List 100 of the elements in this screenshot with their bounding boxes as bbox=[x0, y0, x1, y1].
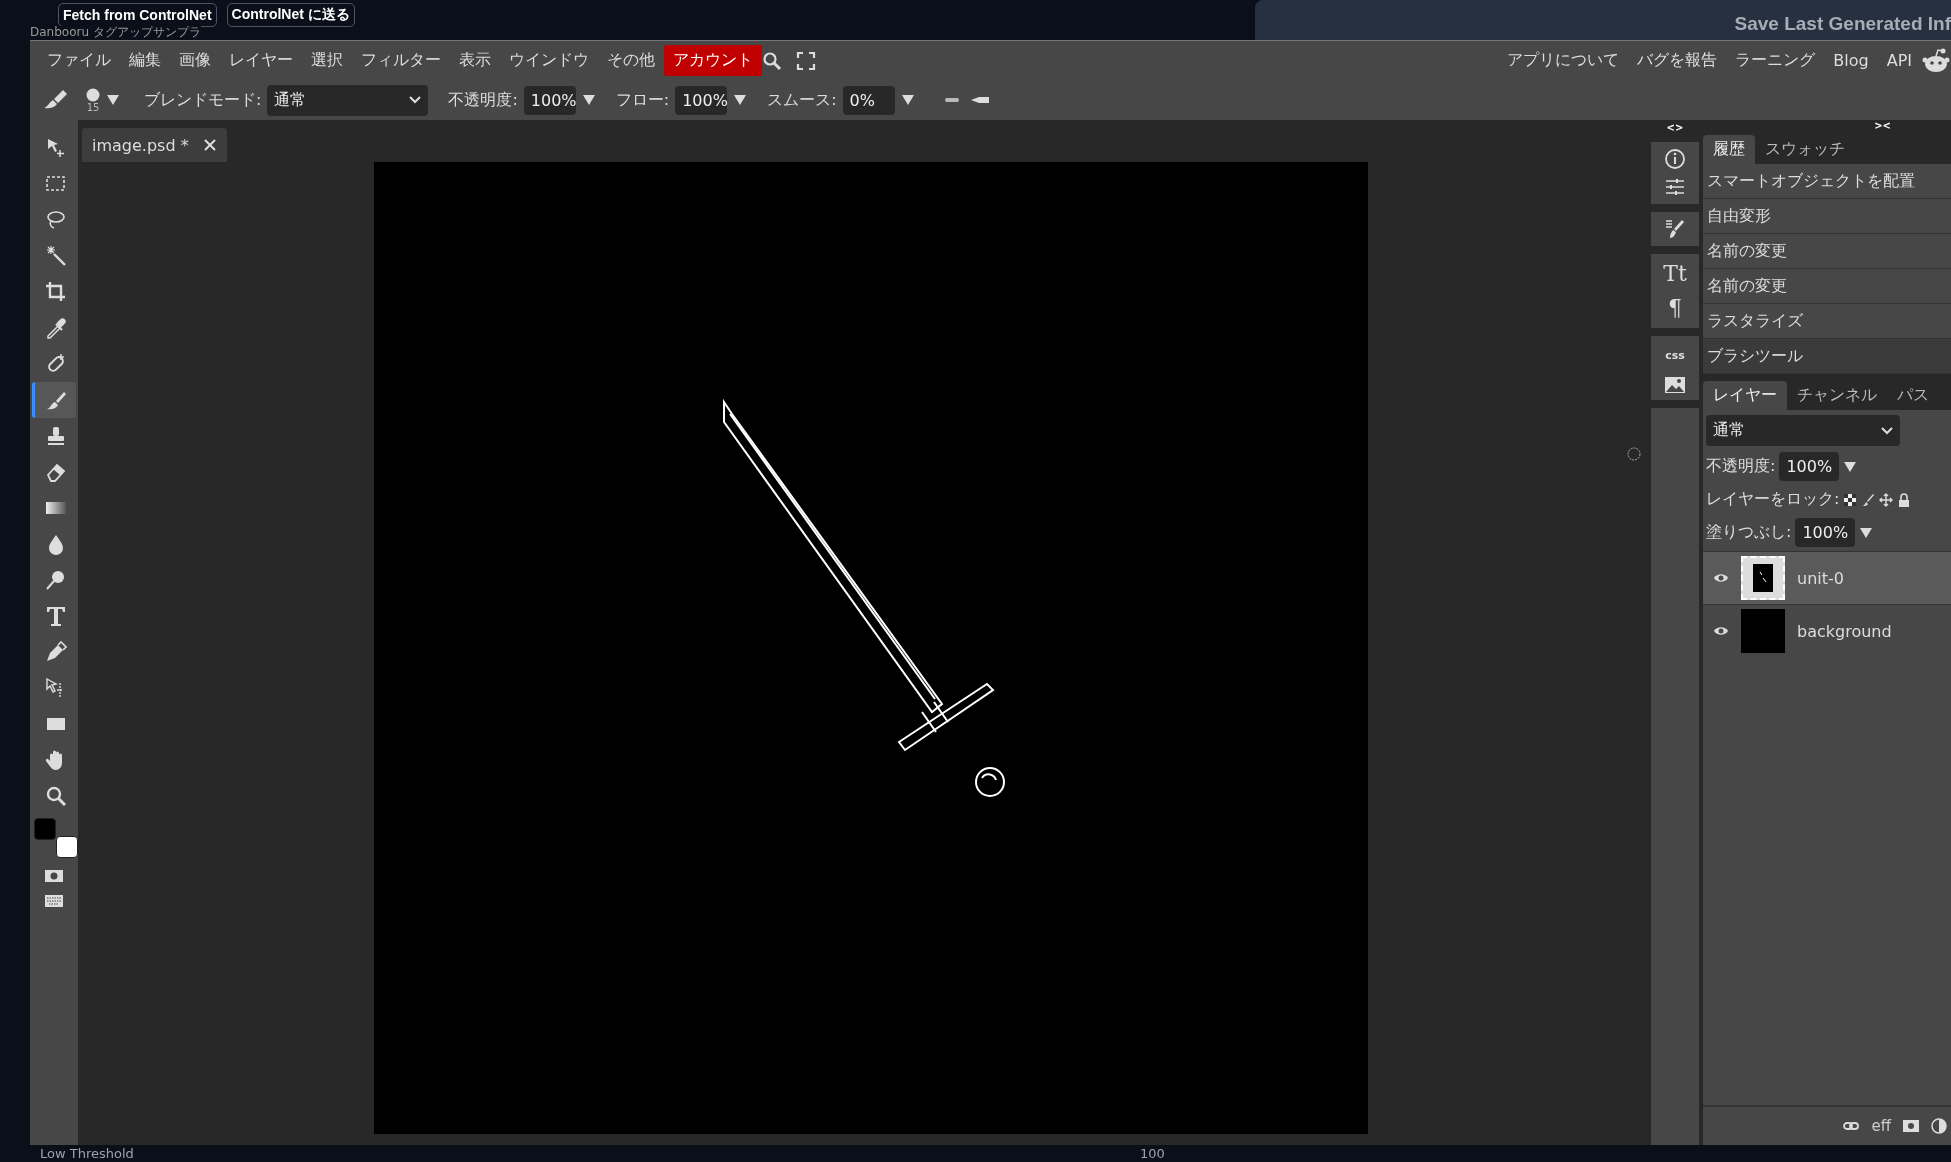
menu-item[interactable]: フィルター bbox=[352, 45, 450, 76]
brush-size: 15 bbox=[86, 101, 100, 113]
background-color-swatch[interactable] bbox=[56, 836, 78, 858]
flow-field[interactable]: 100% bbox=[675, 85, 728, 115]
pen-tool-icon bbox=[44, 641, 67, 663]
nav-link[interactable]: API bbox=[1877, 51, 1921, 70]
document-title: image.psd * bbox=[92, 135, 189, 155]
nav-link[interactable]: Blog bbox=[1824, 51, 1878, 70]
layer-fill-field[interactable]: 100% bbox=[1795, 518, 1856, 547]
nav-link[interactable]: アプリについて bbox=[1498, 50, 1629, 71]
eye-icon[interactable] bbox=[1713, 572, 1729, 584]
close-icon[interactable] bbox=[202, 138, 217, 152]
collapse-toggle[interactable]: >< bbox=[1874, 120, 1891, 132]
layer-blend-value: 通常 bbox=[1713, 420, 1745, 441]
dropdown-arrow-icon[interactable] bbox=[1843, 460, 1858, 473]
history-item[interactable]: 自由変形 bbox=[1703, 199, 1951, 234]
menu-item[interactable]: その他 bbox=[598, 45, 664, 76]
keyboard-icon[interactable] bbox=[44, 894, 64, 908]
tool-button[interactable] bbox=[32, 382, 76, 418]
panel-tab[interactable]: 履歴 bbox=[1703, 135, 1755, 164]
lasso-tool-icon bbox=[44, 209, 67, 231]
chevron-icon bbox=[1881, 426, 1893, 435]
dropdown-arrow-icon[interactable] bbox=[733, 94, 748, 106]
menu-item[interactable]: 編集 bbox=[120, 45, 170, 76]
layer-fill-label: 塗りつぶし: bbox=[1706, 522, 1792, 543]
lock-icon[interactable] bbox=[1897, 492, 1912, 507]
menu-item[interactable]: ファイル bbox=[38, 45, 120, 76]
nav-link[interactable]: ラーニング bbox=[1726, 50, 1825, 71]
eyedropper-icon bbox=[44, 317, 67, 339]
crop-tool-icon bbox=[44, 281, 67, 303]
adjustment-layer-icon[interactable] bbox=[1931, 1118, 1947, 1134]
image-icon[interactable] bbox=[1664, 376, 1686, 394]
layer-mask-icon[interactable] bbox=[1903, 1120, 1919, 1132]
brush-cursor-icon bbox=[1627, 447, 1641, 461]
lock-label: レイヤーをロック: bbox=[1706, 489, 1840, 510]
menu-item[interactable]: 表示 bbox=[450, 45, 500, 76]
action-button[interactable]: ControlNet に送る bbox=[226, 3, 355, 27]
menu-item[interactable]: レイヤー bbox=[220, 45, 302, 76]
zoom-tool-icon bbox=[44, 785, 67, 807]
brush-size-picker[interactable]: 15 bbox=[86, 87, 100, 113]
nav-link[interactable]: バグを報告 bbox=[1628, 50, 1727, 71]
blend-mode-value: 通常 bbox=[274, 89, 307, 111]
type-tool-icon bbox=[44, 605, 67, 627]
sketch-thumbnail-icon bbox=[1753, 564, 1773, 592]
dropdown-arrow-icon[interactable] bbox=[1859, 526, 1874, 539]
adjustments-icon[interactable] bbox=[1664, 176, 1686, 198]
dropdown-arrow-icon[interactable] bbox=[900, 94, 915, 106]
move-icon[interactable] bbox=[1879, 492, 1894, 507]
checkerboard-icon[interactable] bbox=[1843, 492, 1858, 507]
layer-name: background bbox=[1797, 621, 1892, 641]
search-icon[interactable] bbox=[762, 50, 782, 71]
history-item[interactable]: 名前の変更 bbox=[1703, 269, 1951, 304]
layer-thumbnail bbox=[1741, 609, 1785, 653]
eraser-icon bbox=[44, 461, 67, 483]
history-item[interactable]: スマートオブジェクトを配置 bbox=[1703, 164, 1951, 199]
dropdown-arrow-icon[interactable] bbox=[581, 94, 596, 106]
alien-head-icon[interactable] bbox=[1921, 46, 1951, 75]
collapse-toggle[interactable]: <> bbox=[1666, 122, 1684, 134]
menu-item[interactable]: アカウント bbox=[664, 45, 762, 76]
layer-row[interactable]: unit-0 bbox=[1703, 551, 1951, 604]
info-icon[interactable] bbox=[1664, 148, 1686, 170]
history-item[interactable]: ブラシツール bbox=[1703, 339, 1951, 374]
panel-tab[interactable]: パス bbox=[1887, 381, 1939, 410]
menu-item[interactable]: 選択 bbox=[302, 45, 352, 76]
layer-row[interactable]: background bbox=[1703, 604, 1951, 657]
layer-blend-dropdown[interactable]: 通常 bbox=[1706, 415, 1900, 446]
dodge-tool-icon bbox=[44, 569, 67, 591]
link-icon[interactable] bbox=[1843, 1121, 1860, 1131]
panel-tab[interactable]: レイヤー bbox=[1703, 381, 1787, 410]
brush-settings-icon[interactable] bbox=[1664, 218, 1686, 240]
blend-mode-label: ブレンドモード: bbox=[144, 89, 262, 111]
panel-tab[interactable]: チャンネル bbox=[1787, 381, 1887, 410]
paragraph-panel-button[interactable]: ¶ bbox=[1668, 294, 1682, 322]
opacity-field[interactable]: 100% bbox=[523, 85, 576, 115]
css-panel-button[interactable]: css bbox=[1665, 342, 1685, 370]
section-label: Danbooru タグアップサンプラ bbox=[30, 26, 201, 39]
effects-button[interactable]: eff bbox=[1871, 1117, 1891, 1135]
brush-icon[interactable] bbox=[1861, 492, 1876, 507]
document-tab[interactable]: image.psd * bbox=[82, 128, 227, 162]
chevron-icon bbox=[409, 96, 422, 104]
dropdown-arrow-icon[interactable] bbox=[106, 94, 120, 106]
save-info-button[interactable]: Save Last Generated Inf bbox=[1255, 0, 1951, 40]
magic-wand-icon bbox=[44, 245, 67, 267]
history-item[interactable]: ラスタライズ bbox=[1703, 304, 1951, 339]
smoothing-field[interactable]: 0% bbox=[842, 85, 895, 115]
panel-tab[interactable]: スウォッチ bbox=[1755, 135, 1855, 164]
menu-item[interactable]: 画像 bbox=[170, 45, 220, 76]
menu-item[interactable]: ウインドウ bbox=[500, 45, 598, 76]
slider-value: 100 bbox=[1140, 1146, 1165, 1161]
character-panel-button[interactable]: Tt bbox=[1663, 260, 1687, 288]
brush-tip-icon bbox=[86, 87, 100, 102]
slider-label: Low Threshold bbox=[39, 1146, 135, 1161]
eye-icon[interactable] bbox=[1713, 625, 1729, 637]
blend-mode-dropdown[interactable]: 通常 bbox=[267, 84, 429, 116]
layer-opacity-field[interactable]: 100% bbox=[1779, 452, 1840, 481]
history-item[interactable]: 名前の変更 bbox=[1703, 234, 1951, 269]
action-button[interactable]: Fetch from ControlNet bbox=[58, 3, 217, 27]
mask-mode-icon[interactable] bbox=[44, 868, 64, 884]
fullscreen-icon[interactable] bbox=[796, 50, 816, 71]
foreground-color-swatch[interactable] bbox=[34, 818, 56, 840]
